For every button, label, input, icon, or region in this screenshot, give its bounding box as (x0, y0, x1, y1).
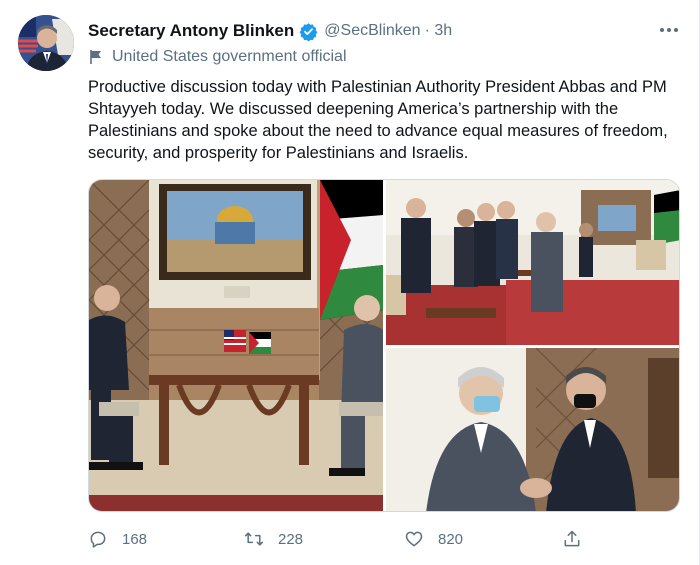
photo-meeting-table[interactable] (89, 180, 383, 511)
like-button[interactable]: 820 (404, 524, 463, 554)
tweet-text: Productive discussion today with Palesti… (88, 78, 668, 162)
reply-icon (90, 531, 106, 548)
affiliation-label: United States government official (88, 48, 347, 66)
share-button[interactable] (562, 524, 596, 554)
tweet-header: Secretary Antony Blinken @SecBlinken · 3… (88, 20, 452, 42)
retweet-count: 228 (278, 530, 304, 548)
tweet-card: Secretary Antony Blinken @SecBlinken · 3… (0, 0, 700, 565)
author-name[interactable]: Secretary Antony Blinken (88, 21, 294, 41)
share-icon (564, 530, 580, 547)
more-options-icon[interactable] (657, 20, 681, 40)
like-count: 820 (438, 530, 464, 548)
photo-close-handshake[interactable] (386, 348, 679, 511)
tweet-actions: 168 228 820 (88, 524, 688, 554)
heart-icon (405, 531, 423, 547)
reply-button[interactable]: 168 (88, 524, 147, 554)
flag-icon (88, 49, 104, 65)
media-grid (88, 179, 680, 512)
author-handle[interactable]: @SecBlinken (324, 22, 420, 40)
photo-group-handshake[interactable] (386, 180, 679, 345)
retweet-icon (244, 532, 264, 546)
tweet-timestamp[interactable]: · 3h (425, 22, 453, 40)
verified-badge-icon (299, 22, 318, 41)
retweet-button[interactable]: 228 (244, 524, 303, 554)
reply-count: 168 (122, 530, 148, 548)
affiliation-text: United States government official (112, 48, 347, 65)
avatar[interactable] (18, 15, 74, 71)
